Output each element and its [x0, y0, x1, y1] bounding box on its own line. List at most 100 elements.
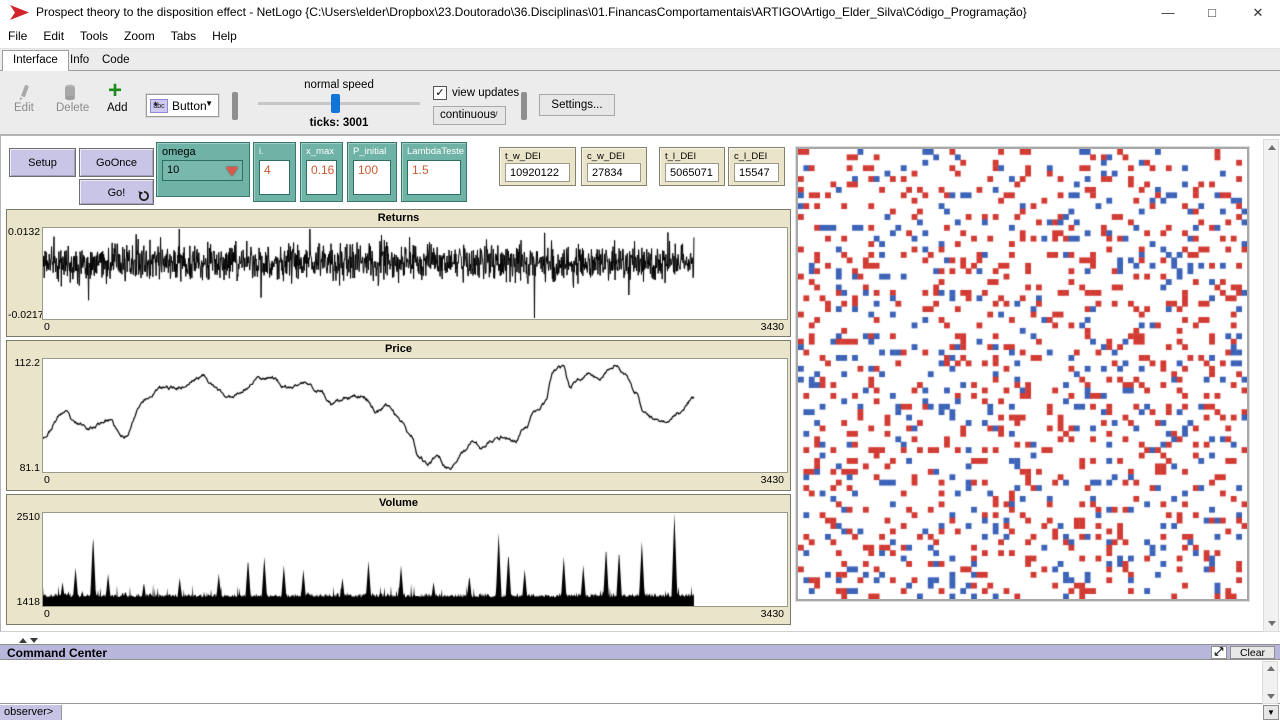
price-plot: Price 112.2 81.1 0 3430: [6, 340, 791, 491]
widget-type-dropdown[interactable]: ✱abc Button ▼: [146, 94, 219, 117]
edit-pencil-icon[interactable]: [16, 83, 33, 101]
scroll-up-icon[interactable]: [1268, 145, 1276, 150]
tab-bar: Interface Info Code: [0, 49, 1280, 71]
returns-plot-canvas: [43, 228, 787, 319]
go-once-button[interactable]: GoOnce: [79, 148, 154, 177]
title-bar: Prospect theory to the disposition effec…: [0, 0, 1280, 25]
input-lambda-teste[interactable]: LambdaTeste 1.5: [401, 142, 467, 202]
menu-tabs[interactable]: Tabs: [163, 25, 204, 49]
input-p-initial[interactable]: P_initial 100: [347, 142, 397, 202]
monitor-value: 5065071: [665, 163, 719, 182]
menu-zoom[interactable]: Zoom: [116, 25, 163, 49]
star-icon: ✱: [153, 99, 158, 112]
monitor-c-l-dei: c_l_DEI 15547: [728, 147, 785, 186]
forever-loop-icon: [138, 190, 150, 202]
command-center-title: Command Center: [7, 646, 107, 660]
input-i[interactable]: i. 4: [253, 142, 296, 202]
toolbar: Edit Delete + Add ✱abc Button ▼ normal s…: [0, 71, 1280, 136]
volume-plot-canvas: [43, 513, 787, 606]
toolbar-separator-2: [521, 92, 527, 120]
returns-plot: Returns 0.0132 -0.0217 0 3430: [6, 209, 791, 337]
go-forever-button[interactable]: Go!: [79, 179, 154, 205]
command-center-header: Command Center Clear: [0, 644, 1280, 660]
dropdown-arrow-icon: ▼: [205, 99, 213, 108]
menu-bar: File Edit Tools Zoom Tabs Help: [0, 25, 1280, 49]
output-scrollbar[interactable]: [1262, 661, 1278, 704]
update-mode-dropdown[interactable]: continuous ∨: [433, 106, 506, 125]
input-label: i.: [259, 146, 264, 157]
input-label: x_max: [306, 146, 334, 157]
scroll-down-icon[interactable]: [1268, 621, 1276, 626]
window-title: Prospect theory to the disposition effec…: [36, 5, 1027, 19]
check-icon: ✓: [435, 87, 444, 99]
toolbar-separator: [232, 92, 238, 120]
monitor-value: 15547: [734, 163, 779, 182]
clear-button[interactable]: Clear: [1230, 646, 1275, 659]
command-line-row: observer> ▼: [0, 705, 1280, 720]
menu-edit[interactable]: Edit: [35, 25, 72, 49]
monitor-t-w-dei: t_w_DEI 10920122: [499, 147, 576, 186]
history-arrow-icon: ▼: [1267, 708, 1275, 717]
history-dropdown-button[interactable]: ▼: [1263, 705, 1279, 720]
add-plus-icon[interactable]: +: [108, 77, 122, 105]
detach-icon[interactable]: [1211, 646, 1227, 659]
ticks-counter: ticks: 3001: [258, 117, 420, 129]
interface-scrollbar[interactable]: [1263, 139, 1279, 632]
speed-slider-thumb[interactable]: [331, 94, 340, 113]
y-max-label: 0.0132: [8, 226, 40, 238]
x-min-label: 0: [44, 474, 50, 486]
monitor-c-w-dei: c_w_DEI 27834: [581, 147, 647, 186]
menu-file[interactable]: File: [0, 25, 35, 49]
delete-trash-icon[interactable]: [62, 83, 78, 101]
tab-interface[interactable]: Interface: [2, 50, 69, 71]
x-max-label: 3430: [761, 321, 784, 333]
scroll-up-icon[interactable]: [1267, 666, 1275, 671]
input-label: LambdaTeste: [407, 146, 464, 157]
monitor-value: 10920122: [505, 163, 570, 182]
y-max-label: 112.2: [8, 357, 40, 369]
view-updates-label[interactable]: view updates: [452, 87, 519, 99]
minimize-button[interactable]: —: [1146, 0, 1190, 25]
scroll-down-icon[interactable]: [1267, 694, 1275, 699]
menu-help[interactable]: Help: [204, 25, 245, 49]
x-min-label: 0: [44, 321, 50, 333]
monitor-value: 27834: [587, 163, 641, 182]
chooser-arrow-icon: [226, 167, 238, 176]
y-min-label: 1418: [8, 596, 40, 608]
maximize-button[interactable]: □: [1190, 0, 1234, 25]
abc-icon: ✱abc: [150, 99, 168, 113]
plot-title: Price: [7, 343, 790, 355]
input-value[interactable]: 4: [259, 160, 290, 195]
omega-chooser[interactable]: omega 10: [156, 142, 250, 197]
x-max-label: 3430: [761, 474, 784, 486]
widget-type-label: Button: [172, 99, 207, 113]
y-max-label: 2510: [8, 511, 40, 523]
edit-button[interactable]: Edit: [14, 102, 34, 114]
interface-panel: Setup GoOnce Go! omega 10 i. 4 x_max 0.1…: [0, 136, 1280, 632]
observer-prompt[interactable]: observer>: [0, 705, 62, 720]
monitor-label: t_w_DEI: [505, 151, 541, 162]
menu-tools[interactable]: Tools: [72, 25, 116, 49]
netlogo-logo-icon: [10, 5, 29, 20]
chooser-label: omega: [162, 146, 196, 158]
input-value[interactable]: 1.5: [407, 160, 461, 195]
speed-slider-label: normal speed: [258, 79, 420, 91]
input-x-max[interactable]: x_max 0.16: [300, 142, 343, 202]
input-value[interactable]: 0.16: [306, 160, 337, 195]
delete-button[interactable]: Delete: [56, 102, 89, 114]
input-value[interactable]: 100: [353, 160, 391, 195]
tab-code[interactable]: Code: [92, 51, 140, 71]
view-updates-checkbox[interactable]: ✓: [433, 86, 447, 100]
chooser-selected-value[interactable]: 10: [162, 160, 243, 181]
command-center-collapse-icon[interactable]: [30, 638, 38, 643]
close-button[interactable]: ✕: [1236, 0, 1280, 25]
setup-button[interactable]: Setup: [9, 148, 76, 177]
command-center-output[interactable]: [0, 661, 1280, 704]
command-input[interactable]: [63, 705, 1262, 720]
add-button[interactable]: Add: [107, 102, 127, 114]
world-view-canvas[interactable]: [798, 149, 1247, 599]
settings-button[interactable]: Settings...: [539, 94, 615, 116]
world-view[interactable]: [796, 147, 1249, 601]
price-plot-canvas: [43, 359, 787, 472]
command-center-expand-icon[interactable]: [19, 638, 27, 643]
